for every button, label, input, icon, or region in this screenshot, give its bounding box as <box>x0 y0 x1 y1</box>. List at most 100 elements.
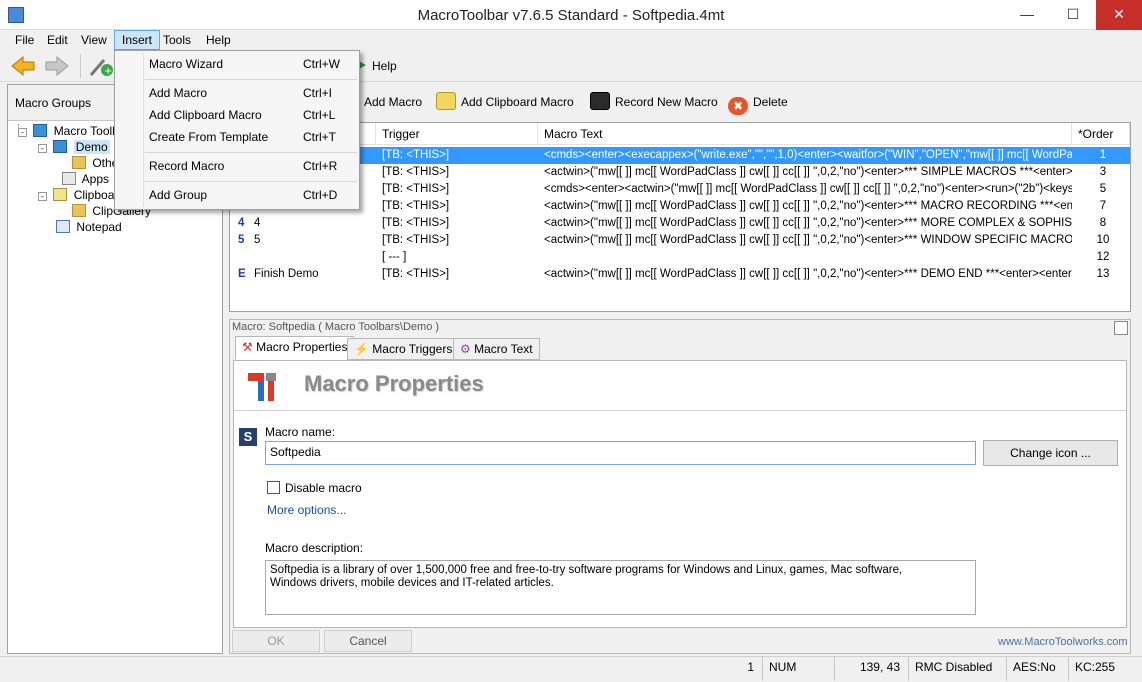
table-row[interactable]: E Finish Demo [TB: <THIS>] <actwin>("mw[… <box>230 266 1130 283</box>
tree-item-clipboard[interactable]: - Clipboar <box>38 187 118 203</box>
description-line: Windows drivers, mobile devices and IT-r… <box>270 577 554 589</box>
cell-trigger: [TB: <THIS>] <box>382 268 450 280</box>
cell-order: 8 <box>1099 217 1107 229</box>
tab-label: Macro Text <box>474 342 533 356</box>
forward-arrow-icon[interactable] <box>44 54 70 78</box>
tree-item-notepad[interactable]: Notepad <box>56 219 122 235</box>
macro-properties-icon <box>244 369 280 405</box>
tree-label: Clipboar <box>73 188 119 202</box>
cell-name: 4 <box>254 217 261 229</box>
collapse-icon[interactable]: - <box>38 144 47 153</box>
wizard-icon[interactable]: + <box>88 54 114 78</box>
macro-table: Trigger Macro Text *Order [TB: <THIS>] <… <box>229 122 1131 312</box>
column-header-order[interactable]: *Order <box>1072 123 1130 145</box>
restore-panel-icon[interactable] <box>1114 321 1128 335</box>
table-row[interactable]: [TB: <THIS>] <actwin>("mw[[ ]] mc[[ Word… <box>230 198 1130 215</box>
collapse-icon[interactable]: - <box>18 128 27 137</box>
menu-item-shortcut: Ctrl+L <box>303 108 336 122</box>
description-line: Softpedia is a library of over 1,500,000… <box>270 564 903 576</box>
record-new-macro-label: Record New Macro <box>615 95 718 109</box>
toolbar-icon <box>53 140 68 153</box>
tools-icon: ⚒ <box>242 340 253 354</box>
toolbar-separator <box>80 54 81 78</box>
cell-trigger: [TB: <THIS>] <box>382 234 450 246</box>
menu-view[interactable]: View <box>74 30 114 50</box>
disable-macro-checkbox[interactable] <box>267 481 280 494</box>
change-icon-button[interactable]: Change icon ... <box>983 440 1118 466</box>
collapse-icon[interactable]: - <box>38 192 47 201</box>
macro-name-label: Macro name: <box>265 425 336 439</box>
column-header-trigger[interactable]: Trigger <box>376 123 538 145</box>
menu-item-add-clipboard-macro[interactable]: Add Clipboard Macro Ctrl+L <box>117 104 357 126</box>
menu-item-add-group[interactable]: Add Group Ctrl+D <box>117 184 357 206</box>
folder-icon <box>72 156 86 169</box>
macro-properties-panel: Macro: Softpedia ( Macro Toolbars\Demo )… <box>229 319 1131 654</box>
menu-item-shortcut: Ctrl+I <box>303 86 333 100</box>
tab-content: Macro Properties S Macro name: Softpedia… <box>233 360 1127 628</box>
cell-text <box>544 249 1072 266</box>
more-options-link[interactable]: More options... <box>267 503 346 517</box>
menu-file[interactable]: File <box>8 30 41 50</box>
tree-label: Apps <box>81 172 110 186</box>
menu-item-create-from-template[interactable]: Create From Template Ctrl+T <box>117 126 357 148</box>
column-header-text[interactable]: Macro Text <box>538 123 1072 145</box>
macro-toolbar: Add Macro Add Clipboard Macro Record New… <box>228 84 1142 120</box>
menu-item-add-macro[interactable]: Add Macro Ctrl+I <box>117 82 357 104</box>
record-new-macro-button[interactable]: Record New Macro <box>590 92 718 112</box>
status-page: 1 <box>747 660 754 674</box>
menu-bar: File Edit View Insert Tools Help <box>0 30 1142 50</box>
cell-text: <actwin>("mw[[ ]] mc[[ WordPadClass ]] c… <box>544 200 1072 212</box>
cell-trigger: [TB: <THIS>] <box>382 183 450 195</box>
macro-caption: Macro: Softpedia ( Macro Toolbars\Demo ) <box>232 321 440 333</box>
menu-help[interactable]: Help <box>199 30 238 50</box>
table-row[interactable]: [ --- ] 12 <box>230 249 1130 266</box>
clapperboard-icon <box>590 92 610 110</box>
tree-item-other[interactable]: Othe <box>72 155 118 171</box>
table-row[interactable]: 5 5 [TB: <THIS>] <actwin>("mw[[ ]] mc[[ … <box>230 232 1130 249</box>
help-label[interactable]: Help <box>372 59 397 73</box>
add-clipboard-macro-button[interactable]: Add Clipboard Macro <box>436 92 574 112</box>
table-row[interactable]: [TB: <THIS>] <cmds><enter><actwin>("mw[[… <box>230 181 1130 198</box>
tree-item-apps[interactable]: Apps <box>62 171 109 187</box>
menu-item-label: Create From Template <box>149 130 269 144</box>
tab-macro-text[interactable]: ⚙ Macro Text <box>453 338 540 360</box>
ok-button[interactable]: OK <box>232 630 320 652</box>
menu-separator <box>145 152 357 153</box>
tab-macro-triggers[interactable]: ⚡ Macro Triggers <box>347 338 460 360</box>
website-link[interactable]: www.MacroToolworks.com <box>998 636 1128 648</box>
maximize-button[interactable]: ☐ <box>1050 0 1096 30</box>
table-row[interactable]: [TB: <THIS>] <cmds><enter><execappex>("w… <box>230 147 1130 164</box>
panel-heading: Macro Properties <box>304 371 484 396</box>
menu-insert[interactable]: Insert <box>114 30 161 50</box>
cell-order: 5 <box>1099 183 1107 195</box>
delete-button[interactable]: ✖ Delete <box>728 92 788 115</box>
menu-tools[interactable]: Tools <box>156 30 198 50</box>
menu-edit[interactable]: Edit <box>40 30 75 50</box>
cell-order: 13 <box>1096 268 1110 280</box>
menu-item-macro-wizard[interactable]: Macro Wizard Ctrl+W <box>117 53 357 75</box>
menu-item-label: Macro Wizard <box>149 57 224 71</box>
menu-item-shortcut: Ctrl+W <box>303 57 340 71</box>
table-row[interactable]: 4 4 [TB: <THIS>] <actwin>("mw[[ ]] mc[[ … <box>230 215 1130 232</box>
cell-text: <actwin>("mw[[ ]] mc[[ WordPadClass ]] c… <box>544 217 1072 229</box>
status-coords: 139, 43 <box>834 657 906 681</box>
tree-item-macro-toolbars[interactable]: - Macro Toolb <box>18 123 119 139</box>
tab-macro-properties[interactable]: ⚒ Macro Properties <box>235 336 355 360</box>
cell-text: <actwin>("mw[[ ]] mc[[ WordPadClass ]] c… <box>544 166 1072 178</box>
macro-name-input[interactable]: Softpedia <box>265 441 976 465</box>
cell-order: 10 <box>1096 234 1110 246</box>
cancel-button[interactable]: Cancel <box>324 630 412 652</box>
menu-item-record-macro[interactable]: Record Macro Ctrl+R <box>117 155 357 177</box>
table-row[interactable]: [TB: <THIS>] <actwin>("mw[[ ]] mc[[ Word… <box>230 164 1130 181</box>
macro-badge-icon: E <box>238 268 246 280</box>
notepad-icon <box>56 220 70 233</box>
status-num: NUM <box>762 657 832 681</box>
back-arrow-icon[interactable] <box>10 54 36 78</box>
macro-groups-title: Macro Groups <box>15 96 92 110</box>
close-button[interactable]: ✕ <box>1096 0 1142 30</box>
add-macro-button[interactable]: Add Macro <box>364 92 422 112</box>
toolbar-icon <box>33 124 48 137</box>
macro-description-input[interactable]: Softpedia is a library of over 1,500,000… <box>265 560 976 615</box>
minimize-button[interactable]: — <box>1004 0 1050 30</box>
tree-item-demo[interactable]: - Demo <box>38 139 110 155</box>
